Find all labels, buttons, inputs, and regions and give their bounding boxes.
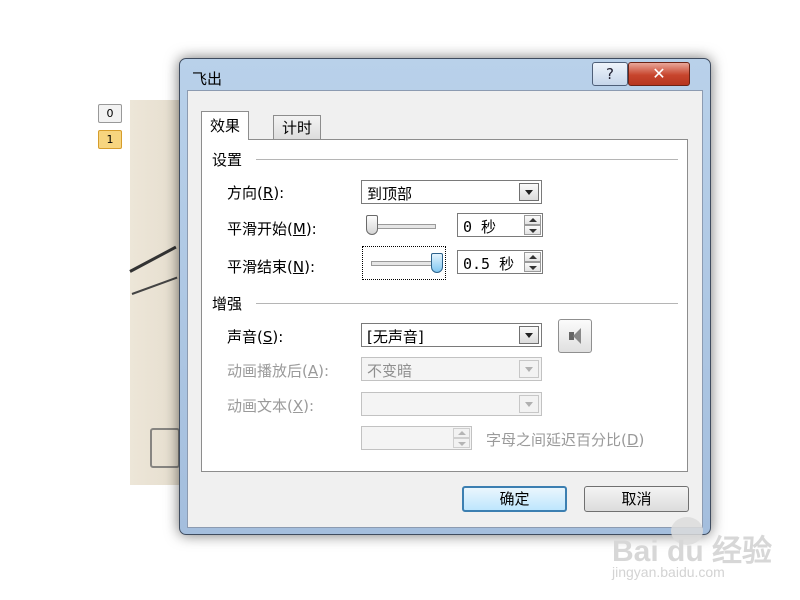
slider-thumb[interactable] [431,253,443,273]
smooth-start-value: 0 秒 [463,218,497,236]
spin-up-button[interactable] [453,428,470,438]
letter-delay-spinner[interactable] [361,426,472,450]
spin-down-button[interactable] [524,262,541,272]
direction-label: 方向(R): [227,184,285,202]
cancel-button[interactable]: 取消 [584,486,689,512]
slide-number-1[interactable]: 1 [98,130,122,149]
animate-text-label: 动画文本(X): [227,397,315,415]
slide-number-0[interactable]: 0 [98,104,122,123]
dialog-client-area: 效果 计时 设置 方向(R): 到顶部 平滑开始(M): 0 秒 平滑结束(N)… [187,90,703,528]
sound-value: [无声音] [367,328,424,346]
after-animation-dropdown[interactable]: 不变暗 [361,357,542,381]
slider-thumb[interactable] [366,215,378,235]
direction-value: 到顶部 [367,185,413,203]
letter-delay-label-text: 字母之间延迟百分比 [486,431,622,449]
smooth-end-accesskey: N [292,258,305,276]
letter-delay-label: 字母之间延迟百分比(D) [486,431,645,449]
slider-track [371,261,437,266]
smooth-start-label: 平滑开始(M): [227,220,317,238]
sound-accesskey: S [262,328,273,346]
slide-seal-image [150,428,180,468]
enhance-group-label: 增强 [212,295,243,313]
smooth-start-spinner[interactable]: 0 秒 [457,213,543,237]
sound-dropdown[interactable]: [无声音] [361,323,542,347]
baidu-watermark-url: jingyan.baidu.com [612,564,725,580]
slider-track [372,224,436,229]
settings-group-label: 设置 [212,151,243,169]
animate-text-label-text: 动画文本 [227,397,288,415]
smooth-start-slider[interactable] [364,212,444,240]
direction-label-text: 方向 [227,184,258,202]
ok-button[interactable]: 确定 [462,486,567,512]
letter-delay-accesskey: D [626,431,639,449]
tab-timing[interactable]: 计时 [273,115,322,140]
animate-text-accesskey: X [292,397,304,415]
smooth-end-label-text: 平滑结束 [227,258,288,276]
tab-effect[interactable]: 效果 [201,111,250,140]
smooth-end-value: 0.5 秒 [463,255,515,273]
help-button[interactable]: ? [592,62,628,86]
sound-label-text: 声音 [227,328,258,346]
fly-out-dialog: 飞出 ? ✕ 效果 计时 设置 方向(R): 到顶部 平滑开始(M): 0 秒 … [179,58,711,535]
speaker-volume-button[interactable] [558,319,592,353]
speaker-cone-icon [573,328,581,344]
smooth-start-accesskey: M [292,220,306,238]
dialog-title: 飞出 [192,70,223,88]
after-animation-value: 不变暗 [367,362,413,380]
chevron-down-icon[interactable] [519,360,539,378]
spin-down-button[interactable] [453,438,470,448]
smooth-end-slider[interactable] [362,246,446,280]
after-animation-label-text: 动画播放后 [227,362,303,380]
chevron-down-icon[interactable] [519,326,539,344]
direction-dropdown[interactable]: 到顶部 [361,180,542,204]
smooth-end-spinner[interactable]: 0.5 秒 [457,250,543,274]
after-animation-label: 动画播放后(A): [227,362,330,380]
close-button[interactable]: ✕ [628,62,690,86]
chevron-down-icon[interactable] [519,395,539,413]
chevron-down-icon[interactable] [519,183,539,201]
smooth-end-label: 平滑结束(N): [227,258,316,276]
sound-label: 声音(S): [227,328,284,346]
animate-text-dropdown[interactable] [361,392,542,416]
smooth-start-label-text: 平滑开始 [227,220,288,238]
spin-down-button[interactable] [524,225,541,235]
direction-accesskey: R [262,184,274,202]
spin-up-button[interactable] [524,252,541,262]
spin-up-button[interactable] [524,215,541,225]
after-animation-accesskey: A [307,362,319,380]
enhance-divider [256,303,678,304]
settings-divider [256,159,678,160]
effect-tab-panel: 设置 方向(R): 到顶部 平滑开始(M): 0 秒 平滑结束(N): 0.5 … [201,139,688,472]
